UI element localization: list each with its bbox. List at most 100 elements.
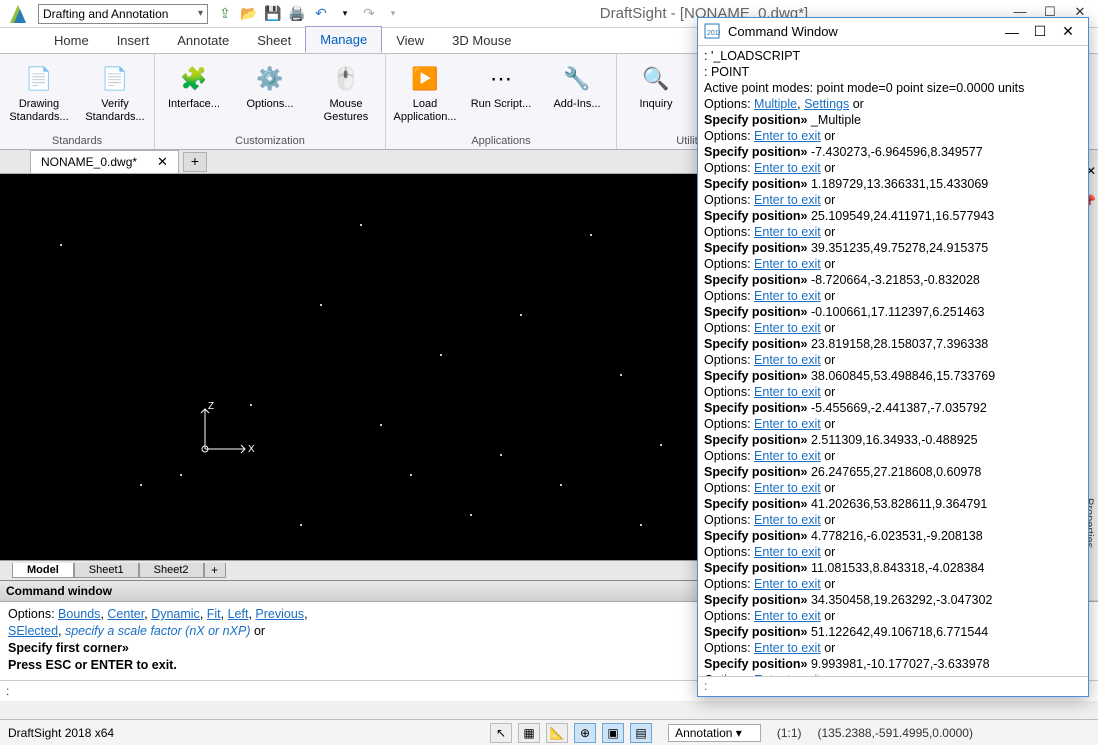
cmd-option-link[interactable]: Enter to exit [754,353,821,367]
grid-toggle[interactable]: ▦ [518,723,540,743]
maximize-float-button[interactable]: ☐ [1026,23,1054,40]
workspace-dropdown[interactable]: Drafting and Annotation ▾ [38,4,208,24]
ribbon-item-options-[interactable]: ⚙️ Options... [237,58,303,111]
cmd-option-link[interactable]: Enter to exit [754,129,821,143]
ribbon-item-inquiry[interactable]: 🔍Inquiry [623,58,689,111]
cmd-history-line: Specify position» 34.350458,19.263292,-3… [704,592,1082,608]
ribbon-item-label: Mouse Gestures [313,98,379,124]
cmd-history-line: Specify position» 9.993981,-10.177027,-3… [704,656,1082,672]
close-float-button[interactable]: ✕ [1054,23,1082,40]
canvas-point [140,484,142,486]
canvas-point [500,454,502,456]
svg-text:2018: 2018 [707,30,720,37]
snap-toggle[interactable]: ↖ [490,723,512,743]
cmd-history-line: Specify position» 41.202636,53.828611,9.… [704,496,1082,512]
cmd-option-link[interactable]: Fit [207,607,221,621]
floating-window-title: Command Window [728,24,998,39]
ribbon-group-label: Applications [392,133,610,149]
ribbon-icon: ⋯ [485,62,517,94]
ribbon-item-run-script-[interactable]: ⋯ Run Script... [468,58,534,111]
cmd-history-line: Specify position» 38.060845,53.498846,15… [704,368,1082,384]
open-icon[interactable]: 📂 [240,5,258,23]
cmd-option-link[interactable]: Multiple [754,97,797,111]
ribbon-item-mouse-gestures[interactable]: 🖱️Mouse Gestures [313,58,379,124]
sheet-tab-sheet1[interactable]: Sheet1 [74,563,139,578]
add-document-button[interactable]: + [183,152,207,172]
status-toggle-group: ↖ ▦ 📐 ⊕ ▣ ▤ [490,723,652,743]
ribbon-item-interface-[interactable]: 🧩 Interface... [161,58,227,111]
undo-more-icon[interactable]: ▾ [336,5,354,23]
cmd-option-link[interactable]: Enter to exit [754,481,821,495]
ribbon-tab-3d-mouse[interactable]: 3D Mouse [438,28,525,53]
ribbon-icon: 🔍 [640,62,672,94]
cmd-option-link[interactable]: Enter to exit [754,225,821,239]
ribbon-item-drawing-standards-[interactable]: 📄Drawing Standards... [6,58,72,124]
annotation-scale-dropdown[interactable]: Annotation ▾ [668,724,761,742]
cmd-option-link[interactable]: Enter to exit [754,449,821,463]
ribbon-item-label: Interface... [168,98,220,111]
floating-command-body[interactable]: : '_LOADSCRIPT: POINTActive point modes:… [698,46,1088,676]
ribbon-tab-home[interactable]: Home [40,28,103,53]
otrack-toggle[interactable]: ▤ [630,723,652,743]
cmd-option-link[interactable]: Left [228,607,249,621]
osnap-toggle[interactable]: ▣ [602,723,624,743]
cmd-option-link[interactable]: Bounds [58,607,100,621]
floating-command-input[interactable]: : [698,676,1088,695]
ribbon-item-load-application-[interactable]: ▶️Load Application... [392,58,458,124]
cmd-option-link[interactable]: Enter to exit [754,417,821,431]
print-icon[interactable]: 🖨️ [288,5,306,23]
cmd-option-link[interactable]: Enter to exit [754,609,821,623]
cmd-option-link[interactable]: Enter to exit [754,641,821,655]
cmd-option-link[interactable]: Enter to exit [754,673,821,676]
cmd-option-link[interactable]: SElected [8,624,58,638]
sheet-tab-sheet2[interactable]: Sheet2 [139,563,204,578]
cmd-option-link[interactable]: Center [107,607,144,621]
cmd-option-link[interactable]: Enter to exit [754,289,821,303]
ribbon-group-applications: ▶️Load Application... ⋯ Run Script... 🔧Add-… [386,54,617,149]
ribbon-tab-annotate[interactable]: Annotate [163,28,243,53]
polar-toggle[interactable]: ⊕ [574,723,596,743]
cmd-option-link[interactable]: Enter to exit [754,577,821,591]
undo-icon[interactable]: ↶ [312,5,330,23]
cmd-option-link[interactable]: Enter to exit [754,161,821,175]
new-icon[interactable]: ⇪ [216,5,234,23]
ribbon-item-label: Options... [246,98,293,111]
ortho-toggle[interactable]: 📐 [546,723,568,743]
cmd-history-line: Specify position» 11.081533,8.843318,-4.… [704,560,1082,576]
cmd-option-link[interactable]: Settings [804,97,849,111]
minimize-float-button[interactable]: — [998,24,1026,40]
ribbon-group-standards: 📄Drawing Standards...📄Verify Standards..… [0,54,155,149]
cmd-option-link[interactable]: Enter to exit [754,257,821,271]
cmd-option-link[interactable]: Enter to exit [754,385,821,399]
cmd-option-link[interactable]: Enter to exit [754,193,821,207]
ribbon-item-add-ins-[interactable]: 🔧Add-Ins... [544,58,610,111]
sheet-tab-model[interactable]: Model [12,563,74,578]
ribbon-tab-insert[interactable]: Insert [103,28,164,53]
canvas-point [300,524,302,526]
close-tab-icon[interactable]: ✕ [157,154,168,170]
ribbon-tab-view[interactable]: View [382,28,438,53]
cmd-history-line: Specify position» 1.189729,13.366331,15.… [704,176,1082,192]
ribbon-item-label: Run Script... [471,98,532,111]
cmd-option-link[interactable]: Enter to exit [754,545,821,559]
document-tab-label: NONAME_0.dwg* [41,155,137,169]
floating-window-titlebar[interactable]: 2018 Command Window — ☐ ✕ [698,18,1088,46]
cmd-option-link[interactable]: Dynamic [151,607,200,621]
ucs-indicator: X Z [195,399,255,462]
cmd-option-link[interactable]: Enter to exit [754,513,821,527]
ribbon-icon: 🧩 [178,62,210,94]
document-tab[interactable]: NONAME_0.dwg* ✕ [30,150,179,173]
add-sheet-button[interactable]: + [204,563,226,578]
ribbon-icon: ⚙️ [254,62,286,94]
cmd-option-link[interactable]: Enter to exit [754,321,821,335]
ribbon-icon: 🔧 [561,62,593,94]
save-icon[interactable]: 💾 [264,5,282,23]
redo-more-icon[interactable]: ▾ [384,5,402,23]
ribbon-item-verify-standards-[interactable]: 📄Verify Standards... [82,58,148,124]
canvas-point [590,234,592,236]
redo-icon[interactable]: ↷ [360,5,378,23]
ribbon-tab-sheet[interactable]: Sheet [243,28,305,53]
cmd-history-line: Specify position» 4.778216,-6.023531,-9.… [704,528,1082,544]
ribbon-tab-manage[interactable]: Manage [305,26,382,53]
cmd-option-link[interactable]: Previous [255,607,304,621]
